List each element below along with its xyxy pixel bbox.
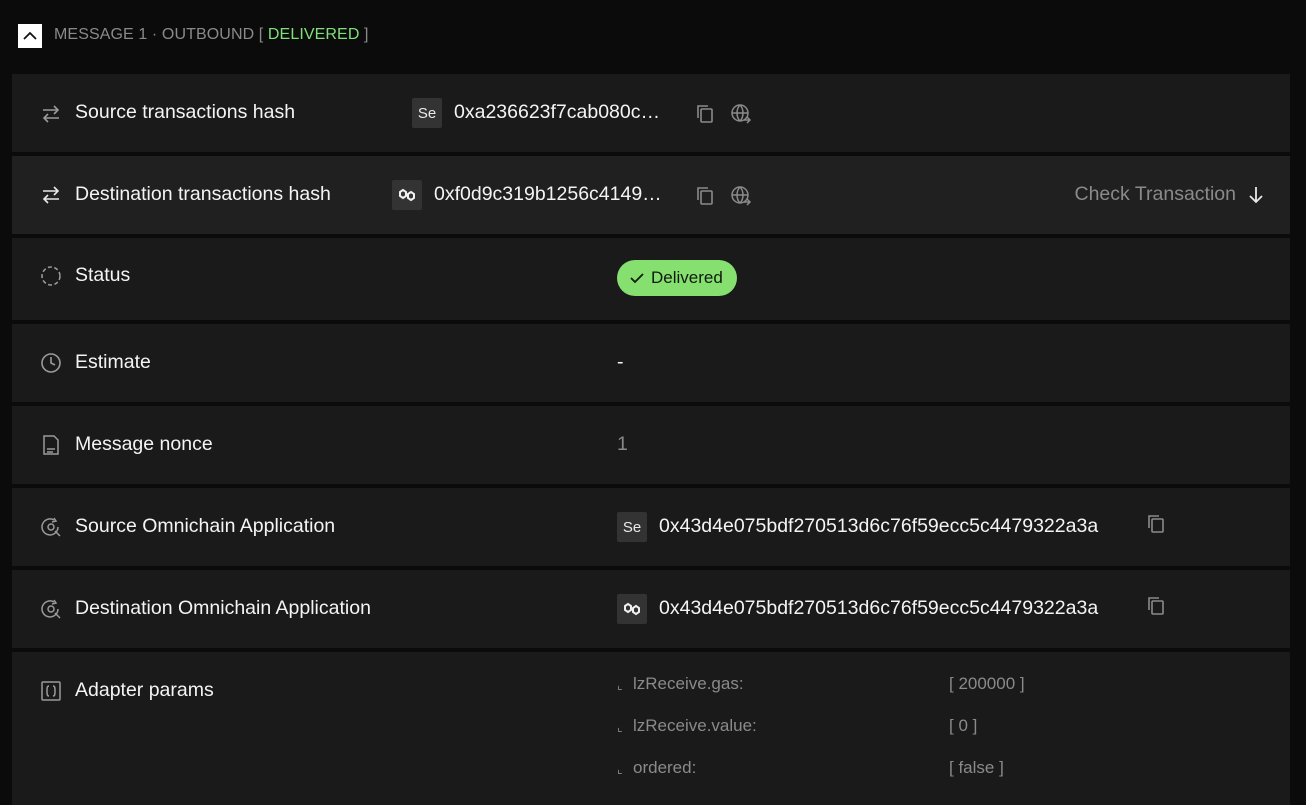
clock-icon (39, 351, 63, 375)
explorer-globe-icon[interactable] (729, 102, 753, 126)
param-row: ⌞ ordered: [ false ] (617, 758, 1217, 782)
app-refresh-icon (39, 515, 63, 539)
param-value: [ 0 ] (949, 716, 978, 735)
param-value: [ 200000 ] (949, 674, 1025, 693)
row-source-app: Source Omnichain Application Se 0x43d4e0… (12, 488, 1290, 566)
param-value: [ false ] (949, 758, 1004, 777)
brackets-icon (39, 679, 63, 703)
corner-icon: ⌞ (617, 678, 623, 692)
row-source-tx: Source transactions hash Se 0xa236623f7c… (12, 74, 1290, 152)
arrows-exchange-icon (39, 102, 63, 126)
arrow-down-icon (1249, 186, 1263, 203)
status-value: Delivered (651, 268, 723, 287)
param-row: ⌞ lzReceive.gas: [ 200000 ] (617, 674, 1217, 698)
param-key-text: lzReceive.gas: (633, 674, 744, 693)
message-title-suffix: ] (359, 26, 369, 43)
param-key-text: ordered: (633, 758, 697, 777)
param-key: ⌞ lzReceive.gas: (617, 674, 744, 694)
corner-icon: ⌞ (617, 762, 623, 776)
source-tx-label: Source transactions hash (75, 101, 296, 123)
chevron-up-icon (23, 31, 37, 40)
adapter-params-label: Adapter params (75, 679, 214, 701)
row-status: Status Delivered (12, 238, 1290, 320)
param-row: ⌞ lzReceive.value: [ 0 ] (617, 716, 1217, 740)
message-status: DELIVERED (267, 26, 360, 43)
corner-icon: ⌞ (617, 720, 623, 734)
param-key: ⌞ lzReceive.value: (617, 716, 757, 736)
copy-icon[interactable] (1144, 594, 1168, 618)
polygon-chain-icon (392, 180, 422, 210)
arrows-exchange-icon (39, 183, 63, 207)
collapse-button[interactable] (18, 24, 42, 48)
nonce-label: Message nonce (75, 433, 213, 455)
dest-tx-label: Destination transactions hash (75, 183, 331, 205)
estimate-label: Estimate (75, 351, 151, 373)
copy-icon[interactable] (693, 184, 717, 208)
loading-circle-icon (39, 264, 63, 288)
row-dest-tx: Destination transactions hash 0xf0d9c319… (12, 156, 1290, 234)
copy-icon[interactable] (693, 102, 717, 126)
row-nonce: Message nonce 1 (12, 406, 1290, 484)
document-icon (39, 433, 63, 457)
source-app-address[interactable]: 0x43d4e075bdf270513d6c76f59ecc5c4479322a… (659, 515, 1098, 538)
row-estimate: Estimate - (12, 324, 1290, 402)
source-app-label: Source Omnichain Application (75, 515, 336, 537)
message-title-prefix: MESSAGE 1 · OUTBOUND [ (54, 26, 268, 43)
source-chain-badge: Se (412, 98, 442, 128)
source-app-chain-badge: Se (617, 512, 647, 542)
status-badge: Delivered (617, 260, 737, 296)
nonce-value: 1 (617, 433, 628, 455)
polygon-chain-icon (617, 594, 647, 624)
copy-icon[interactable] (1144, 512, 1168, 536)
row-adapter-params: Adapter params ⌞ lzReceive.gas: [ 200000 … (12, 652, 1290, 805)
row-dest-app: Destination Omnichain Application 0x43d4… (12, 570, 1290, 648)
explorer-globe-icon[interactable] (729, 184, 753, 208)
message-title: MESSAGE 1 · OUTBOUND [ DELIVERED ] (54, 26, 369, 44)
param-key-text: lzReceive.value: (633, 716, 757, 735)
check-transaction-label: Check Transaction (1074, 183, 1237, 205)
source-tx-hash[interactable]: 0xa236623f7cab080c… (454, 101, 660, 124)
estimate-value: - (617, 351, 624, 373)
param-key: ⌞ ordered: (617, 758, 696, 778)
check-transaction-button[interactable]: Check Transaction (1075, 183, 1265, 206)
status-label: Status (75, 264, 131, 286)
message-header: MESSAGE 1 · OUTBOUND [ DELIVERED ] (0, 0, 1306, 72)
dest-app-label: Destination Omnichain Application (75, 597, 371, 619)
dest-app-address[interactable]: 0x43d4e075bdf270513d6c76f59ecc5c4479322a… (659, 597, 1098, 620)
dest-tx-hash[interactable]: 0xf0d9c319b1256c4149… (434, 183, 662, 206)
check-icon (630, 273, 644, 284)
app-refresh-icon (39, 597, 63, 621)
